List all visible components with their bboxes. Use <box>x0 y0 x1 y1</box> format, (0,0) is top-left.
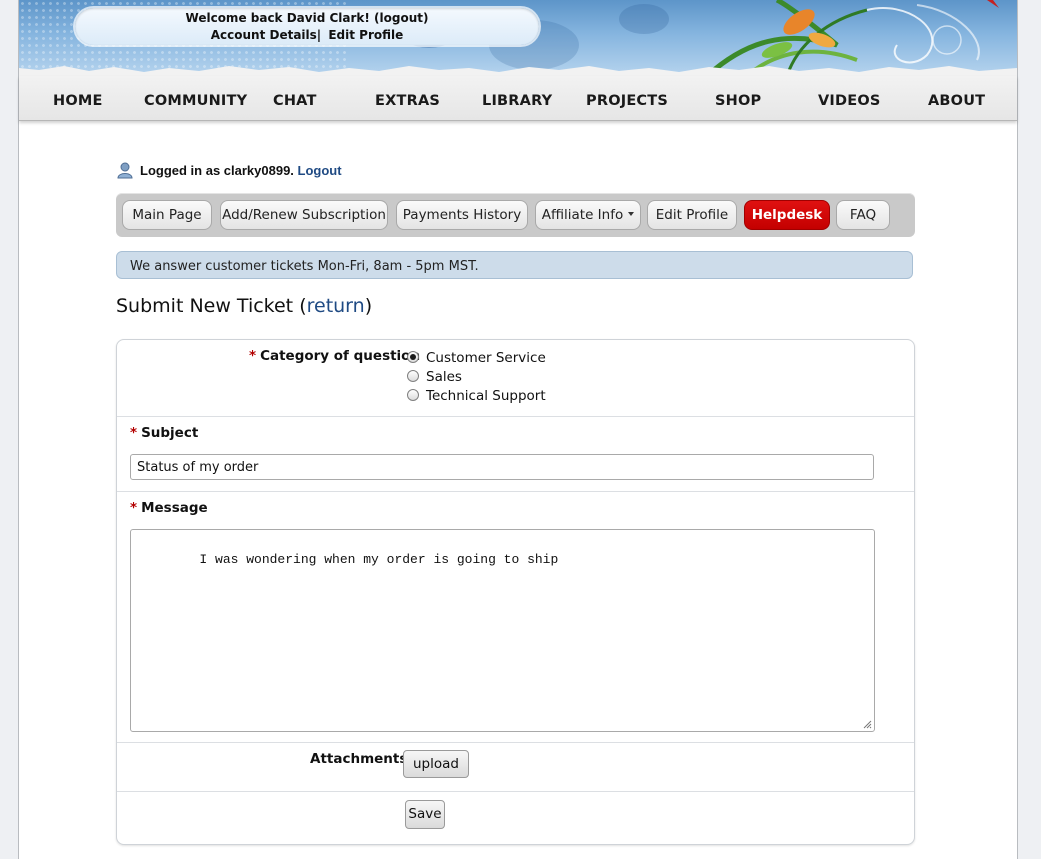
tab-helpdesk[interactable]: Helpdesk <box>744 200 830 230</box>
save-button[interactable]: Save <box>405 800 445 829</box>
login-status: Logged in as clarky0899. Logout <box>116 161 342 179</box>
nav-shop[interactable]: SHOP <box>715 93 761 109</box>
upload-button[interactable]: upload <box>403 750 469 778</box>
radio-unselected-icon[interactable] <box>407 389 419 401</box>
attachments-label: Attachments <box>310 751 408 767</box>
row-divider <box>117 491 914 492</box>
return-link[interactable]: return <box>307 295 365 317</box>
logout-link[interactable]: Logout <box>298 163 342 178</box>
login-text: Logged in as clarky0899. <box>140 163 294 178</box>
tab-faq[interactable]: FAQ <box>836 200 890 230</box>
banner-splatter <box>619 4 669 34</box>
required-marker: * <box>130 425 138 441</box>
message-textarea[interactable]: I was wondering when my order is going t… <box>130 529 875 732</box>
required-marker: * <box>249 348 257 364</box>
radio-unselected-icon[interactable] <box>407 370 419 382</box>
open-paren: ( <box>299 295 307 317</box>
nav-about[interactable]: ABOUT <box>928 93 985 109</box>
tab-add-renew-subscription[interactable]: Add/Renew Subscription <box>220 200 388 230</box>
nav-videos[interactable]: VIDEOS <box>818 93 881 109</box>
subject-label: * Subject <box>130 425 198 441</box>
main-nav: HOME COMMUNITY CHAT EXTRAS LIBRARY PROJE… <box>19 76 1017 121</box>
category-option-customer-service[interactable]: Customer Service <box>407 350 546 366</box>
nav-home[interactable]: HOME <box>53 93 103 109</box>
message-label-text: Message <box>141 500 208 516</box>
page-title-text: Submit New Ticket <box>116 295 294 317</box>
banner-torn-edge <box>19 66 1017 76</box>
category-label: * Category of question <box>249 348 420 364</box>
category-option-label: Technical Support <box>426 388 546 404</box>
required-marker: * <box>130 500 138 516</box>
subject-input[interactable]: Status of my order <box>130 454 874 480</box>
close-paren: ) <box>364 295 373 317</box>
tab-payments-history[interactable]: Payments History <box>396 200 528 230</box>
tab-main-page[interactable]: Main Page <box>122 200 212 230</box>
nav-community[interactable]: COMMUNITY <box>144 93 247 109</box>
welcome-box: Welcome back David Clark! (logout) Accou… <box>75 8 539 45</box>
account-links: Account Details| Edit Profile <box>75 28 539 42</box>
welcome-greeting[interactable]: Welcome back David Clark! (logout) <box>75 11 539 25</box>
row-divider <box>117 791 914 792</box>
category-option-sales[interactable]: Sales <box>407 369 462 385</box>
support-hours-notice: We answer customer tickets Mon-Fri, 8am … <box>116 251 913 279</box>
radio-selected-icon[interactable] <box>407 351 419 363</box>
edit-profile-link[interactable]: Edit Profile <box>328 28 403 42</box>
resize-grip-icon[interactable] <box>863 720 872 729</box>
link-separator: | <box>316 28 322 42</box>
tab-affiliate-info-label: Affiliate Info <box>541 207 624 223</box>
nav-projects[interactable]: PROJECTS <box>586 93 668 109</box>
account-tab-bar: Main Page Add/Renew Subscription Payment… <box>116 193 915 237</box>
nav-chat[interactable]: CHAT <box>273 93 317 109</box>
subject-label-text: Subject <box>141 425 199 441</box>
tab-edit-profile[interactable]: Edit Profile <box>647 200 737 230</box>
user-icon <box>117 162 133 179</box>
nav-extras[interactable]: EXTRAS <box>375 93 440 109</box>
message-label: * Message <box>130 500 208 516</box>
row-divider <box>117 742 914 743</box>
category-label-text: Category of question <box>260 348 421 364</box>
tab-affiliate-info[interactable]: Affiliate Info <box>535 200 641 230</box>
category-option-label: Customer Service <box>426 350 546 366</box>
page-title: Submit New Ticket (return) <box>116 295 372 317</box>
row-divider <box>117 416 914 417</box>
message-text: I was wondering when my order is going t… <box>199 552 559 567</box>
page-frame: Welcome back David Clark! (logout) Accou… <box>18 0 1018 859</box>
category-option-label: Sales <box>426 369 462 385</box>
new-ticket-form: * Category of question Customer Service S… <box>116 339 915 845</box>
nav-library[interactable]: LIBRARY <box>482 93 552 109</box>
account-details-link[interactable]: Account Details <box>211 28 317 42</box>
caret-down-icon <box>628 212 635 216</box>
category-option-technical-support[interactable]: Technical Support <box>407 388 546 404</box>
header-banner: Welcome back David Clark! (logout) Accou… <box>19 0 1017 76</box>
